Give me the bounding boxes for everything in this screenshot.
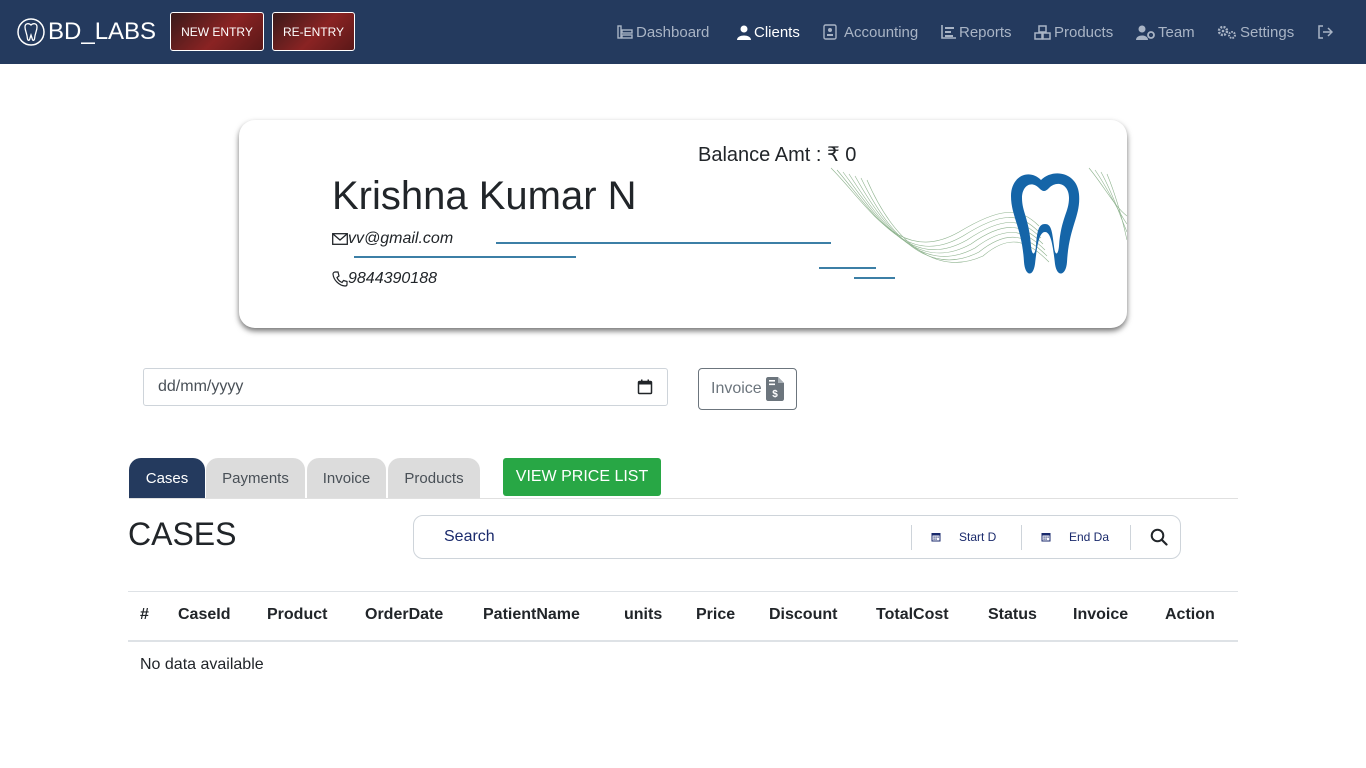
column-header[interactable]: OrderDate [365, 606, 443, 624]
logout-icon [1318, 25, 1333, 39]
column-header[interactable]: CaseId [178, 606, 230, 624]
column-header[interactable]: Discount [769, 606, 837, 624]
gears-icon [1217, 25, 1236, 39]
column-header[interactable]: # [140, 606, 149, 624]
calendar-icon[interactable] [637, 379, 653, 395]
cubes-icon [1034, 24, 1051, 40]
tab-products[interactable]: Products [388, 458, 480, 498]
nav-products-label: Products [1054, 23, 1114, 41]
nav-clients-label: Clients [754, 23, 800, 41]
start-date-placeholder: Start D [959, 530, 997, 544]
start-date-field[interactable]: Start D [931, 530, 996, 544]
chart-bars-icon [941, 25, 956, 39]
client-name: Krishna Kumar N [332, 174, 637, 218]
column-header[interactable]: TotalCost [876, 606, 949, 624]
empty-table-message: No data available [140, 656, 264, 673]
envelope-icon [332, 233, 348, 245]
nav-team-label: Team [1158, 23, 1195, 41]
balance-amount: Balance Amt : ₹ 0 [698, 144, 857, 166]
nav-reports-label: Reports [959, 23, 1012, 41]
date-input-placeholder: dd/mm/yyyy [158, 378, 244, 395]
invoice-button[interactable]: Invoice $ [698, 368, 797, 410]
nav-accounting[interactable]: Accounting [823, 22, 918, 42]
divider [1130, 525, 1131, 550]
file-invoice-dollar-icon: $ [765, 377, 784, 401]
table-border [128, 640, 1238, 642]
nav-settings[interactable]: Settings [1217, 22, 1294, 42]
logout-button[interactable] [1317, 22, 1336, 42]
date-input[interactable]: dd/mm/yyyy [143, 368, 668, 406]
calendar-icon [1041, 533, 1051, 542]
column-header[interactable]: PatientName [483, 606, 580, 624]
client-email: vv@gmail.com [332, 230, 453, 248]
end-date-placeholder: End Da [1069, 530, 1110, 544]
client-phone: 9844390188 [332, 270, 437, 288]
search-bar: Search Start D End Da [413, 515, 1181, 559]
column-header[interactable]: Status [988, 606, 1037, 624]
nav-reports[interactable]: Reports [941, 22, 1012, 42]
client-profile-card: Balance Amt : ₹ 0 Krishna Kumar N vv@gma… [239, 120, 1127, 328]
decor-line [496, 242, 831, 244]
search-icon [1150, 528, 1168, 546]
nav-links: Dashboard Clients Accounting Reports Pro… [0, 0, 1366, 64]
svg-text:$: $ [772, 389, 778, 400]
wave-decoration [830, 167, 1127, 274]
column-header[interactable]: Product [267, 606, 327, 624]
phone-icon [332, 271, 348, 287]
dashboard-icon [617, 25, 633, 39]
column-header[interactable]: Price [696, 606, 735, 624]
divider [1021, 525, 1022, 550]
nav-clients[interactable]: Clients [737, 22, 800, 42]
end-date-field[interactable]: End Da [1041, 530, 1109, 544]
column-header[interactable]: Action [1165, 606, 1215, 624]
search-input[interactable]: Search [444, 528, 495, 546]
top-navbar: BD_LABS NEW ENTRY RE-ENTRY Dashboard Cli… [0, 0, 1366, 64]
user-icon [737, 25, 751, 40]
invoice-button-label: Invoice [711, 380, 762, 397]
tab-cases[interactable]: Cases [129, 458, 205, 498]
id-badge-icon [823, 24, 837, 40]
view-price-list-button[interactable]: VIEW PRICE LIST [503, 458, 661, 496]
nav-settings-label: Settings [1240, 23, 1295, 41]
nav-team[interactable]: Team [1136, 22, 1195, 42]
calendar-icon [931, 533, 941, 542]
divider [911, 525, 912, 550]
nav-products[interactable]: Products [1034, 22, 1113, 42]
tab-invoice[interactable]: Invoice [307, 458, 386, 498]
section-title: CASES [128, 516, 237, 552]
column-header[interactable]: Invoice [1073, 606, 1128, 624]
nav-accounting-label: Accounting [844, 23, 919, 41]
nav-dashboard-label: Dashboard [636, 23, 710, 41]
column-header[interactable]: units [624, 606, 662, 624]
table-border [128, 591, 1238, 592]
user-gear-icon [1136, 25, 1155, 40]
nav-dashboard[interactable]: Dashboard [617, 22, 709, 42]
tab-divider [129, 498, 1238, 499]
client-phone-text: 9844390188 [348, 270, 437, 287]
tab-payments[interactable]: Payments [206, 458, 305, 498]
search-button[interactable] [1150, 528, 1168, 551]
decor-line [354, 256, 576, 258]
client-email-text: vv@gmail.com [348, 230, 454, 247]
